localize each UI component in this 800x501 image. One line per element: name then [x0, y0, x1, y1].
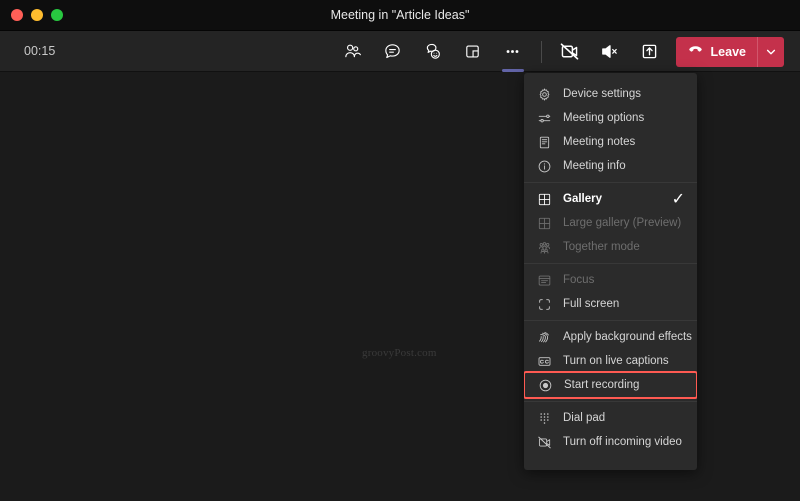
- together-icon: [536, 239, 553, 256]
- fullscreen-icon: [536, 296, 553, 313]
- breakout-rooms-icon[interactable]: [456, 35, 490, 69]
- menu-item-together-mode: Together mode: [524, 235, 697, 259]
- window-title: Meeting in "Article Ideas": [330, 8, 470, 22]
- toolbar-controls: Leave: [333, 31, 784, 72]
- menu-item-full-screen[interactable]: Full screen: [524, 292, 697, 316]
- menu-item-label: Large gallery (Preview): [563, 217, 682, 229]
- video-off-icon: [536, 434, 553, 451]
- menu-item-label: Gallery: [563, 193, 602, 205]
- dialpad-icon: [536, 410, 553, 427]
- menu-group: Gallery ✓ Large gallery (Preview) Together …: [524, 182, 697, 263]
- menu-item-meeting-info[interactable]: Meeting info: [524, 154, 697, 178]
- reactions-icon[interactable]: [416, 35, 450, 69]
- menu-item-label: Meeting notes: [563, 136, 636, 148]
- menu-item-device-settings[interactable]: Device settings: [524, 82, 697, 106]
- menu-item-dial-pad[interactable]: Dial pad: [524, 406, 697, 430]
- checkmark-icon: ✓: [671, 191, 685, 208]
- menu-item-turn-on-live-captions[interactable]: Turn on live captions: [524, 349, 697, 373]
- camera-off-icon[interactable]: [553, 35, 587, 69]
- meeting-timer: 00:15: [24, 44, 56, 58]
- menu-item-apply-background-effects[interactable]: Apply background effects: [524, 325, 697, 349]
- background-effects-icon: [536, 329, 553, 346]
- menu-item-gallery[interactable]: Gallery ✓: [524, 187, 697, 211]
- menu-group: Apply background effects Turn on live cap…: [524, 320, 697, 401]
- menu-group: Device settings Meeting options Meeting no…: [524, 78, 697, 182]
- menu-group: Dial pad Turn off incoming video: [524, 401, 697, 458]
- more-options-icon[interactable]: [496, 35, 530, 72]
- more-actions-menu: Device settings Meeting options Meeting no…: [524, 73, 697, 470]
- menu-item-start-recording[interactable]: Start recording: [524, 371, 697, 399]
- teams-meeting-window: Meeting in "Article Ideas" 00:15 Leave g…: [0, 0, 800, 501]
- focus-icon: [536, 272, 553, 289]
- menu-item-large-gallery-preview: Large gallery (Preview): [524, 211, 697, 235]
- menu-item-label: Together mode: [563, 241, 640, 253]
- leave-button[interactable]: Leave: [675, 36, 784, 67]
- share-screen-icon[interactable]: [633, 35, 667, 69]
- people-icon[interactable]: [336, 35, 370, 69]
- menu-item-turn-off-incoming-video[interactable]: Turn off incoming video: [524, 430, 697, 454]
- chat-icon[interactable]: [376, 35, 410, 69]
- menu-item-label: Turn on live captions: [563, 355, 669, 367]
- closed-captions-icon: [536, 353, 553, 370]
- leave-button-main[interactable]: Leave: [676, 37, 757, 67]
- meeting-toolbar: 00:15 Leave: [0, 31, 800, 72]
- menu-group: Focus Full screen: [524, 263, 697, 320]
- watermark: groovyPost.com: [362, 347, 437, 359]
- hangup-icon: [687, 41, 704, 63]
- menu-item-label: Focus: [563, 274, 595, 286]
- sliders-icon: [536, 110, 553, 127]
- menu-item-label: Start recording: [564, 379, 640, 391]
- menu-item-label: Apply background effects: [563, 331, 692, 343]
- menu-item-focus: Focus: [524, 268, 697, 292]
- grid-icon: [536, 215, 553, 232]
- leave-button-label: Leave: [710, 44, 746, 59]
- window-titlebar: Meeting in "Article Ideas": [0, 0, 800, 31]
- menu-item-meeting-options[interactable]: Meeting options: [524, 106, 697, 130]
- menu-item-label: Dial pad: [563, 412, 606, 424]
- toolbar-divider: [540, 40, 542, 63]
- info-icon: [536, 158, 553, 175]
- menu-item-label: Meeting options: [563, 112, 645, 124]
- menu-item-meeting-notes[interactable]: Meeting notes: [524, 130, 697, 154]
- record-icon: [537, 377, 554, 394]
- grid-icon: [536, 191, 553, 208]
- menu-item-label: Meeting info: [563, 160, 626, 172]
- gear-icon: [536, 86, 553, 103]
- speaker-mute-icon[interactable]: [593, 35, 627, 69]
- menu-item-label: Full screen: [563, 298, 620, 310]
- notes-icon: [536, 134, 553, 151]
- menu-item-label: Device settings: [563, 88, 641, 100]
- menu-item-label: Turn off incoming video: [563, 436, 682, 448]
- chevron-down-icon[interactable]: [758, 37, 784, 67]
